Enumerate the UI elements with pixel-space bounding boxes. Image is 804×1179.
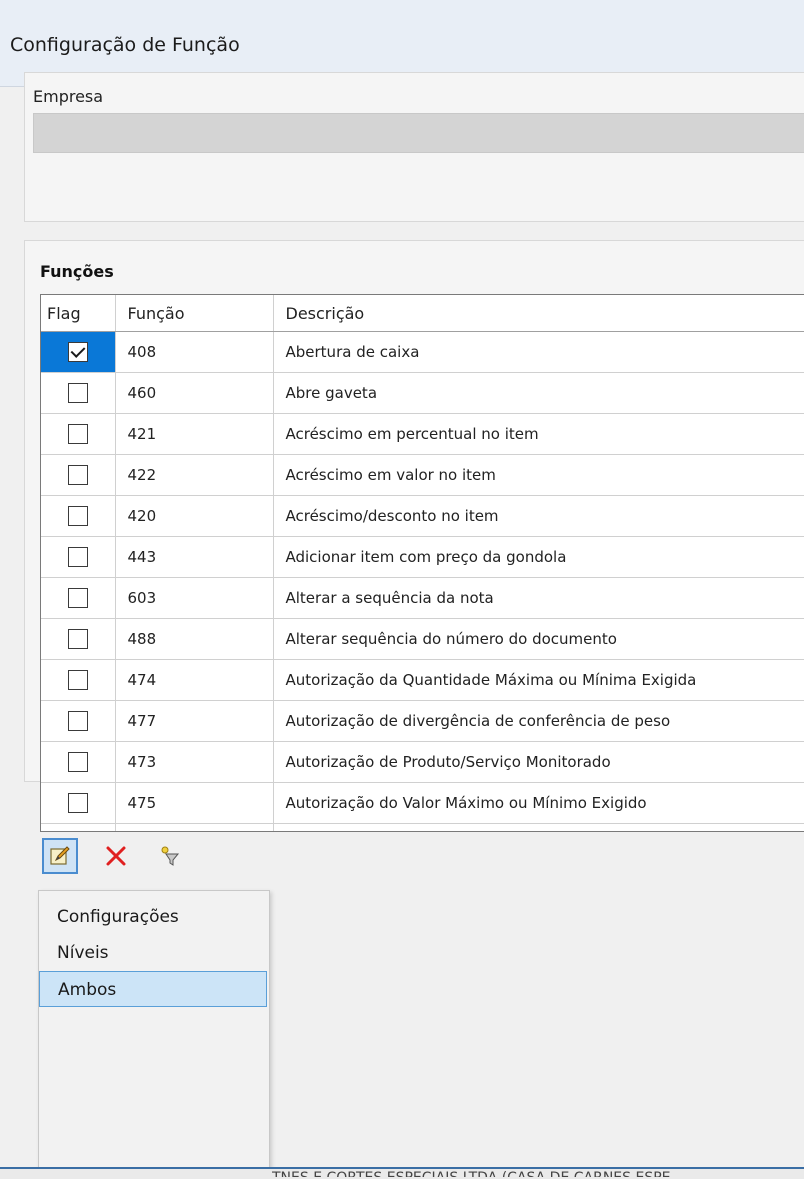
- edit-icon: [50, 846, 70, 865]
- descricao-cell[interactable]: Acréscimo em percentual no item: [273, 413, 804, 455]
- delete-x-icon: [106, 846, 126, 866]
- flag-checkbox[interactable]: [67, 629, 88, 649]
- table-row[interactable]: 422 Acréscimo em valor no item: [41, 454, 804, 496]
- flag-checkbox[interactable]: [67, 465, 88, 485]
- table-row[interactable]: 488 Alterar sequência do número do docume…: [41, 618, 804, 660]
- funcoes-grid[interactable]: Flag Função Descrição 408 Abertura de cai…: [40, 294, 804, 832]
- table-row[interactable]: 421 Acréscimo em percentual no item: [41, 413, 804, 455]
- funcao-cell[interactable]: 420: [115, 495, 274, 537]
- menu-item-ambos[interactable]: Ambos: [39, 971, 267, 1007]
- menu-item-configuracoes[interactable]: Configurações: [39, 899, 267, 935]
- descricao-cell[interactable]: Abre gaveta: [273, 372, 804, 414]
- empresa-label: Empresa: [33, 87, 104, 106]
- filter-button[interactable]: [152, 838, 188, 874]
- column-header-funcao[interactable]: Função: [115, 295, 274, 332]
- table-row[interactable]: 443 Adicionar item com preço da gondola: [41, 536, 804, 578]
- flag-cell[interactable]: [41, 782, 116, 824]
- edit-button[interactable]: [42, 838, 78, 874]
- funcao-cell[interactable]: 473: [115, 741, 274, 783]
- flag-cell[interactable]: [41, 659, 116, 701]
- flag-cell[interactable]: [41, 823, 116, 831]
- funcao-cell[interactable]: 443: [115, 536, 274, 578]
- bottom-status-text: TNES E CORTES ESPECIAIS LTDA (CASA DE CA…: [272, 1166, 802, 1177]
- flag-cell[interactable]: [41, 413, 116, 455]
- funcoes-label: Funções: [40, 262, 114, 281]
- table-row[interactable]: 603 Alterar a sequência da nota: [41, 577, 804, 619]
- flag-cell[interactable]: [41, 372, 116, 414]
- empresa-field[interactable]: [33, 113, 804, 153]
- descricao-cell[interactable]: Abertura de caixa: [273, 331, 804, 373]
- funcao-cell[interactable]: 603: [115, 577, 274, 619]
- flag-checkbox[interactable]: [67, 670, 88, 690]
- context-menu: Configurações Níveis Ambos: [38, 890, 270, 1179]
- column-header-flag[interactable]: Flag: [41, 295, 116, 332]
- flag-cell[interactable]: [41, 536, 116, 578]
- grid-body: 408 Abertura de caixa 460 Abre gaveta 421 Acr…: [41, 331, 804, 831]
- flag-checkbox[interactable]: [67, 424, 88, 444]
- flag-checkbox[interactable]: [67, 506, 88, 526]
- descricao-cell[interactable]: Acréscimo/desconto no item: [273, 495, 804, 537]
- flag-checkbox[interactable]: [67, 793, 88, 813]
- table-row[interactable]: 420 Acréscimo/desconto no item: [41, 495, 804, 537]
- funcao-cell[interactable]: 477: [115, 700, 274, 742]
- table-row[interactable]: 500Autorização para liberação de limite: [41, 823, 804, 831]
- flag-checkbox[interactable]: [67, 383, 88, 403]
- table-row[interactable]: 474 Autorização da Quantidade Máxima ou M…: [41, 659, 804, 701]
- table-row[interactable]: 475 Autorização do Valor Máximo ou Mínimo…: [41, 782, 804, 824]
- descricao-cell[interactable]: Autorização do Valor Máximo ou Mínimo Ex…: [273, 782, 804, 824]
- flag-checkbox[interactable]: [67, 547, 88, 567]
- funcao-cell[interactable]: 500: [115, 823, 274, 831]
- flag-checkbox[interactable]: [67, 342, 88, 362]
- empresa-group: Empresa: [24, 72, 804, 222]
- descricao-cell[interactable]: Autorização para liberação de limite: [273, 823, 804, 831]
- descricao-cell[interactable]: Acréscimo em valor no item: [273, 454, 804, 496]
- filter-icon: [161, 846, 180, 866]
- descricao-cell[interactable]: Autorização da Quantidade Máxima ou Míni…: [273, 659, 804, 701]
- descricao-cell[interactable]: Alterar sequência do número do documento: [273, 618, 804, 660]
- flag-cell[interactable]: [41, 495, 116, 537]
- flag-cell[interactable]: [41, 700, 116, 742]
- flag-cell[interactable]: [41, 331, 116, 373]
- table-row[interactable]: 477 Autorização de divergência de conferê…: [41, 700, 804, 742]
- funcao-cell[interactable]: 460: [115, 372, 274, 414]
- flag-cell[interactable]: [41, 577, 116, 619]
- flag-checkbox[interactable]: [67, 752, 88, 772]
- table-row[interactable]: 460 Abre gaveta: [41, 372, 804, 414]
- funcao-cell[interactable]: 421: [115, 413, 274, 455]
- delete-button[interactable]: [98, 838, 134, 874]
- flag-checkbox[interactable]: [67, 711, 88, 731]
- descricao-cell[interactable]: Adicionar item com preço da gondola: [273, 536, 804, 578]
- funcao-cell[interactable]: 474: [115, 659, 274, 701]
- flag-cell[interactable]: [41, 618, 116, 660]
- grid-header-row: Flag Função Descrição: [41, 295, 804, 332]
- config-window: Configuração de Função Empresa Funções F…: [0, 0, 804, 1179]
- funcao-cell[interactable]: 422: [115, 454, 274, 496]
- flag-checkbox[interactable]: [67, 588, 88, 608]
- descricao-cell[interactable]: Autorização de divergência de conferênci…: [273, 700, 804, 742]
- table-row[interactable]: 473 Autorização de Produto/Serviço Monito…: [41, 741, 804, 783]
- descricao-cell[interactable]: Alterar a sequência da nota: [273, 577, 804, 619]
- column-header-descricao[interactable]: Descrição: [273, 295, 804, 332]
- funcao-cell[interactable]: 488: [115, 618, 274, 660]
- descricao-cell[interactable]: Autorização de Produto/Serviço Monitorad…: [273, 741, 804, 783]
- funcao-cell[interactable]: 408: [115, 331, 274, 373]
- menu-item-niveis[interactable]: Níveis: [39, 935, 267, 971]
- funcao-cell[interactable]: 475: [115, 782, 274, 824]
- flag-cell[interactable]: [41, 741, 116, 783]
- window-title: Configuração de Função: [10, 34, 240, 56]
- flag-cell[interactable]: [41, 454, 116, 496]
- table-row[interactable]: 408 Abertura de caixa: [41, 331, 804, 373]
